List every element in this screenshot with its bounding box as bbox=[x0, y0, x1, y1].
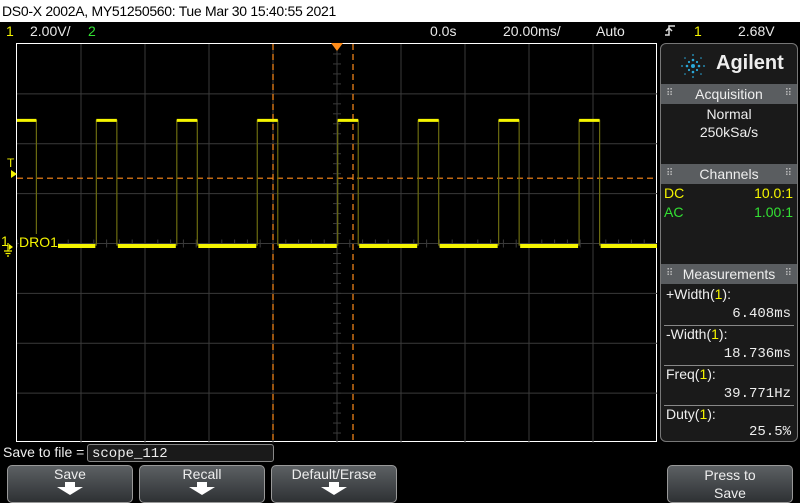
waveform-canvas bbox=[17, 44, 657, 443]
channel1-indicator[interactable]: 1 bbox=[6, 22, 14, 41]
channel2-indicator[interactable]: 2 bbox=[88, 22, 96, 41]
measurement-name: -Width( bbox=[666, 326, 712, 342]
brand-name: Agilent bbox=[716, 52, 784, 74]
rising-edge-icon bbox=[664, 23, 676, 44]
ground-icon bbox=[3, 243, 17, 262]
softkey-label: Save bbox=[54, 466, 86, 482]
measurements-header[interactable]: ⠿ Measurements ⠿ bbox=[661, 264, 797, 284]
measurement-value: 39.771Hz bbox=[723, 386, 791, 402]
measurement-name: Freq( bbox=[666, 366, 700, 382]
down-arrow-icon bbox=[187, 482, 217, 499]
agilent-spark-icon bbox=[681, 54, 705, 78]
measurements-title: Measurements bbox=[682, 266, 776, 282]
time-scale[interactable]: 20.00ms/ bbox=[503, 22, 561, 41]
grip-icon: ⠿ bbox=[666, 168, 674, 179]
trigger-mode[interactable]: Auto bbox=[596, 22, 625, 41]
channel2-coupling: AC bbox=[664, 204, 684, 220]
grip-icon: ⠿ bbox=[784, 88, 792, 99]
channel1-coupling: DC bbox=[664, 185, 685, 201]
softkey-label-line1: Press to bbox=[704, 467, 756, 483]
measurement-value: 25.5% bbox=[748, 424, 791, 440]
measurement-name-tail: ): bbox=[707, 366, 716, 382]
measurement-name-tail: ): bbox=[722, 286, 731, 302]
channels-title: Channels bbox=[699, 166, 759, 182]
channel2-probe: 1.00:1 bbox=[754, 204, 793, 220]
trigger-level-marker[interactable]: T bbox=[6, 156, 18, 180]
channel1-probe: 10.0:1 bbox=[754, 185, 793, 201]
down-arrow-icon bbox=[319, 482, 349, 499]
measurement-source: 1 bbox=[711, 326, 719, 342]
side-panel: Agilent ⠿ Acquisition ⠿ Normal 250kSa/s … bbox=[660, 43, 798, 442]
acquisition-title: Acquisition bbox=[695, 86, 763, 102]
acquisition-mode: Normal bbox=[706, 106, 752, 122]
channel1-ground-marker[interactable]: 1 bbox=[0, 233, 16, 257]
down-arrow-icon bbox=[55, 482, 85, 499]
waveform-display[interactable] bbox=[16, 43, 657, 443]
channel1-scale[interactable]: 2.00V/ bbox=[30, 22, 70, 41]
brand-logo: Agilent bbox=[661, 44, 797, 84]
sample-rate: 250kSa/s bbox=[699, 124, 759, 140]
measurement-name: Duty( bbox=[666, 406, 700, 422]
trigger-level[interactable]: 2.68V bbox=[738, 22, 775, 41]
grip-icon: ⠿ bbox=[784, 268, 792, 279]
trigger-position-marker[interactable] bbox=[331, 43, 343, 51]
grip-icon: ⠿ bbox=[666, 88, 674, 99]
measurement-value: 6.408ms bbox=[732, 306, 791, 322]
measurement-value: 18.736ms bbox=[723, 346, 791, 362]
softkey-label: Default/Erase bbox=[291, 466, 377, 482]
measurement-name-tail: ): bbox=[718, 326, 728, 342]
filename-field[interactable]: scope_112 bbox=[87, 444, 274, 462]
measurement-name-tail: ): bbox=[707, 406, 716, 422]
default-erase-softkey[interactable]: Default/Erase bbox=[271, 465, 397, 503]
save-to-file-label: Save to file = bbox=[3, 444, 85, 460]
measurement-name: +Width( bbox=[666, 286, 715, 302]
softkey-label-line2: Save bbox=[714, 485, 746, 501]
trigger-source[interactable]: 1 bbox=[694, 22, 702, 41]
softkey-label: Recall bbox=[182, 466, 222, 482]
trigger-arrow-icon bbox=[11, 170, 17, 178]
acquisition-header[interactable]: ⠿ Acquisition ⠿ bbox=[661, 84, 797, 104]
channel-label: DRO1 bbox=[19, 234, 58, 250]
window-title: DS0-X 2002A, MY51250560: Tue Mar 30 15:4… bbox=[0, 0, 800, 22]
save-softkey[interactable]: Save bbox=[7, 465, 133, 503]
press-to-save-softkey[interactable]: Press to Save bbox=[667, 465, 793, 503]
status-bar: 1 2.00V/ 2 0.0s 20.00ms/ Auto 1 2.68V bbox=[0, 22, 800, 41]
time-delay[interactable]: 0.0s bbox=[430, 22, 456, 41]
grip-icon: ⠿ bbox=[784, 168, 792, 179]
grip-icon: ⠿ bbox=[666, 268, 674, 279]
trigger-marker-label: T bbox=[7, 156, 15, 170]
recall-softkey[interactable]: Recall bbox=[139, 465, 265, 503]
channels-header[interactable]: ⠿ Channels ⠿ bbox=[661, 164, 797, 184]
